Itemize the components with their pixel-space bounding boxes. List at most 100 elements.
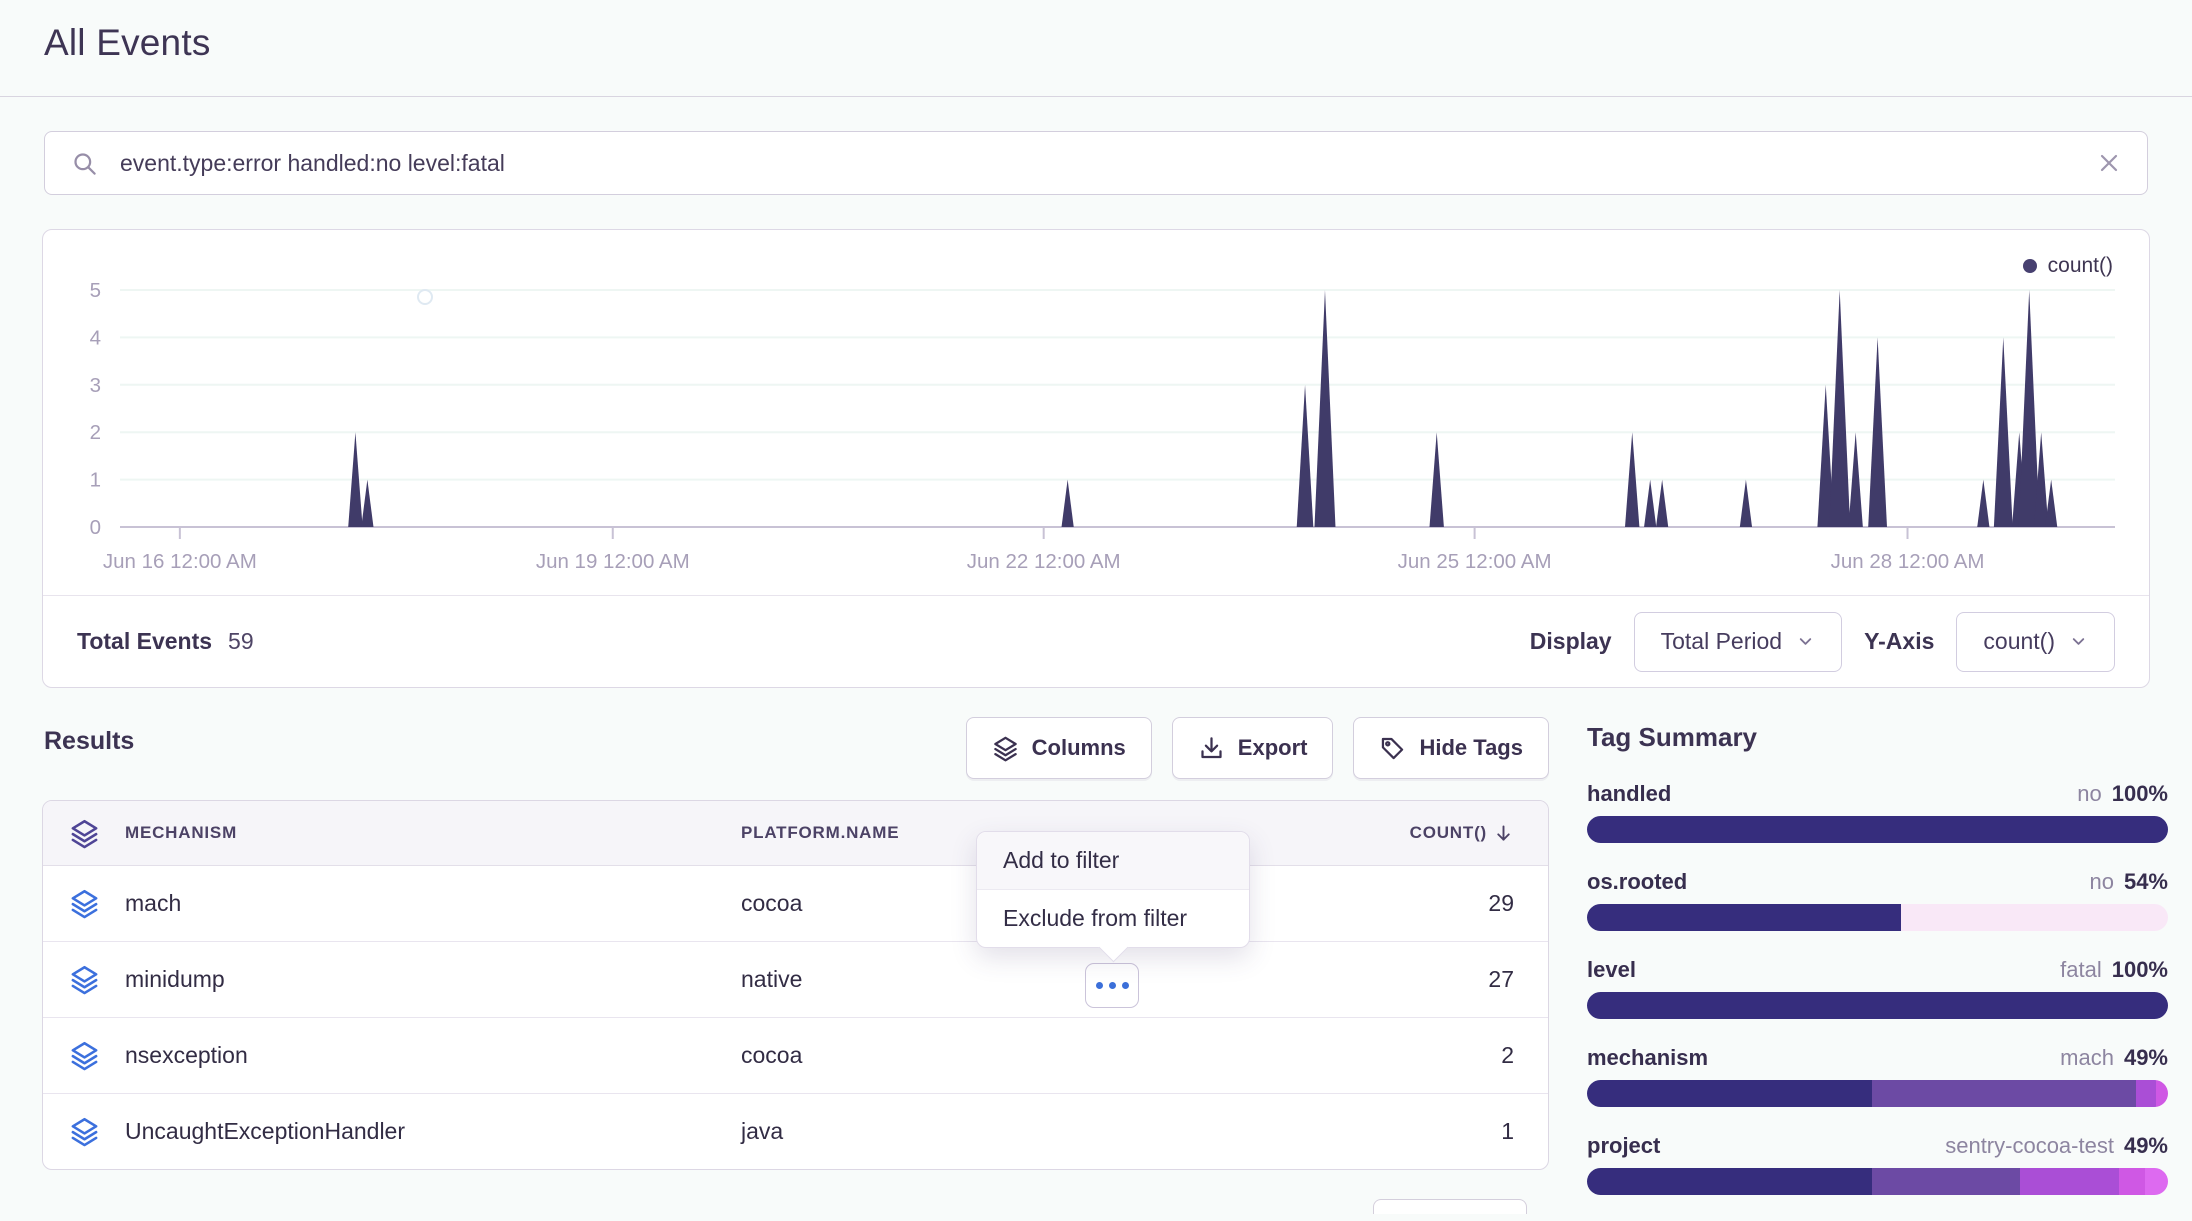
button-label: Hide Tags (1419, 735, 1523, 761)
events-chart[interactable]: 543210Jun 16 12:00 AMJun 19 12:00 AMJun … (43, 230, 2149, 597)
chevron-down-icon (1796, 632, 1815, 651)
tag-distribution-bar[interactable] (1587, 816, 2168, 843)
cell-platform[interactable]: java (741, 1118, 1301, 1145)
tag-icon (1379, 735, 1406, 762)
page-header: All Events (0, 0, 2192, 97)
axis-tick-label: 1 (90, 469, 101, 492)
cell-count[interactable]: 29 (1488, 890, 1548, 917)
count-over-time-chart[interactable]: 543210Jun 16 12:00 AMJun 19 12:00 AMJun … (43, 230, 2149, 597)
cell-context-menu: Add to filterExclude from filter (976, 831, 1250, 948)
cell-platform[interactable]: native (741, 966, 1301, 993)
tag-bar-segment[interactable] (2136, 1080, 2156, 1107)
results-actions: Columns Export Hide Tags (42, 717, 1549, 779)
legend-label: count() (2048, 254, 2113, 278)
clear-search-icon[interactable] (2097, 151, 2121, 175)
axis-tick-label: 3 (90, 374, 101, 397)
tag-top-value: sentry-cocoa-test (1945, 1133, 2114, 1159)
export-button[interactable]: Export (1172, 717, 1334, 779)
columns-button[interactable]: Columns (966, 717, 1152, 779)
page-title: All Events (44, 22, 211, 64)
tag-key: handled (1587, 781, 1671, 807)
axis-tick-label: Jun 22 12:00 AM (967, 550, 1121, 573)
chart-spike[interactable] (1062, 480, 1074, 527)
tag-bar-segment[interactable] (2145, 1168, 2168, 1195)
table-header-row: MECHANISM PLATFORM.NAME COUNT() (43, 801, 1548, 866)
tag-bar-segment[interactable] (2156, 1080, 2168, 1107)
tag-bar-segment[interactable] (1872, 1168, 2020, 1195)
display-label: Display (1530, 628, 1612, 655)
display-select[interactable]: Total Period (1634, 612, 1842, 672)
chart-spike[interactable] (361, 480, 373, 527)
chart-spike[interactable] (2045, 480, 2057, 527)
stack-icon[interactable] (69, 818, 100, 849)
stack-icon (69, 888, 100, 919)
tag-distribution-bar[interactable] (1587, 904, 2168, 931)
table-row[interactable]: nsexceptioncocoa 2 (43, 1018, 1548, 1094)
tag-key: os.rooted (1587, 869, 1687, 895)
columns-stack-icon (992, 735, 1019, 762)
axis-tick-label: Jun 19 12:00 AM (536, 550, 690, 573)
tag-bar-segment[interactable] (1587, 992, 2168, 1019)
cell-mechanism[interactable]: UncaughtExceptionHandler (125, 1118, 741, 1145)
tag-bar-segment[interactable] (1587, 1080, 1872, 1107)
cell-count[interactable]: 1 (1501, 1118, 1548, 1145)
tag-top-value: no (2089, 869, 2113, 895)
tag-distribution-bar[interactable] (1587, 1080, 2168, 1107)
chart-spike[interactable] (1977, 480, 1989, 527)
tag-bar-segment[interactable] (1872, 1080, 2136, 1107)
chart-legend[interactable]: count() (2023, 254, 2113, 278)
tag-bar-segment[interactable] (1587, 816, 2168, 843)
total-events-value: 59 (228, 628, 254, 655)
cell-mechanism[interactable]: minidump (125, 966, 741, 993)
magnifier-icon (71, 150, 98, 177)
tag-distribution-bar[interactable] (1587, 1168, 2168, 1195)
table-row[interactable]: UncaughtExceptionHandlerjava 1 (43, 1094, 1548, 1169)
menu-item-add-to-filter[interactable]: Add to filter (977, 832, 1249, 890)
column-header-count[interactable]: COUNT() (1410, 823, 1548, 844)
chart-spike[interactable] (1314, 290, 1335, 527)
axis-tick-label: 2 (90, 421, 101, 444)
chart-spike[interactable] (1656, 480, 1668, 527)
search-bar[interactable]: event.type:error handled:no level:fatal (44, 131, 2148, 195)
stack-icon (69, 964, 100, 995)
chart-spike[interactable] (2019, 290, 2040, 527)
ellipsis-dot (1109, 982, 1116, 989)
cell-mechanism[interactable]: mach (125, 890, 741, 917)
pagination-partial[interactable] (1373, 1199, 1527, 1214)
tag-bar-segment[interactable] (2119, 1168, 2145, 1195)
axis-tick-label: 4 (90, 326, 101, 349)
cell-count[interactable]: 2 (1501, 1042, 1548, 1069)
chart-spike[interactable] (1740, 480, 1752, 527)
cell-count[interactable]: 27 (1488, 966, 1548, 993)
hide-tags-button[interactable]: Hide Tags (1353, 717, 1549, 779)
tag-entry-handled: handledno100% (1587, 781, 2168, 843)
results-table: MECHANISM PLATFORM.NAME COUNT() machcoco… (42, 800, 1549, 1170)
axis-tick-label: 0 (90, 516, 101, 539)
legend-dot-icon (2023, 259, 2037, 273)
more-options-button[interactable] (1085, 963, 1139, 1008)
search-input[interactable]: event.type:error handled:no level:fatal (120, 150, 505, 177)
tag-bar-segment[interactable] (1901, 904, 2168, 931)
tag-distribution-bar[interactable] (1587, 992, 2168, 1019)
tag-bar-segment[interactable] (2020, 1168, 2119, 1195)
tag-bar-segment[interactable] (1587, 904, 1901, 931)
chevron-down-icon (2069, 632, 2088, 651)
yaxis-select[interactable]: count() (1956, 612, 2115, 672)
tag-bar-segment[interactable] (1587, 1168, 1872, 1195)
events-chart-panel: count() 543210Jun 16 12:00 AMJun 19 12:0… (42, 229, 2150, 688)
tag-entry-os-rooted: os.rootedno54% (1587, 869, 2168, 931)
chart-spike[interactable] (1297, 385, 1314, 527)
tag-top-value: no (2077, 781, 2101, 807)
ellipsis-dot (1096, 982, 1103, 989)
axis-tick-label: Jun 25 12:00 AM (1398, 550, 1552, 573)
chart-spike[interactable] (1829, 290, 1850, 527)
column-header-mechanism[interactable]: MECHANISM (125, 823, 741, 843)
axis-tick-label: Jun 28 12:00 AM (1831, 550, 1985, 573)
tag-entry-project: projectsentry-cocoa-test49% (1587, 1133, 2168, 1195)
table-row[interactable]: machcocoa29 (43, 866, 1548, 942)
table-row[interactable]: minidumpnative 27 (43, 942, 1548, 1018)
cell-platform[interactable]: cocoa (741, 1042, 1301, 1069)
cell-mechanism[interactable]: nsexception (125, 1042, 741, 1069)
export-download-icon (1198, 735, 1225, 762)
chart-spike[interactable] (1644, 480, 1656, 527)
